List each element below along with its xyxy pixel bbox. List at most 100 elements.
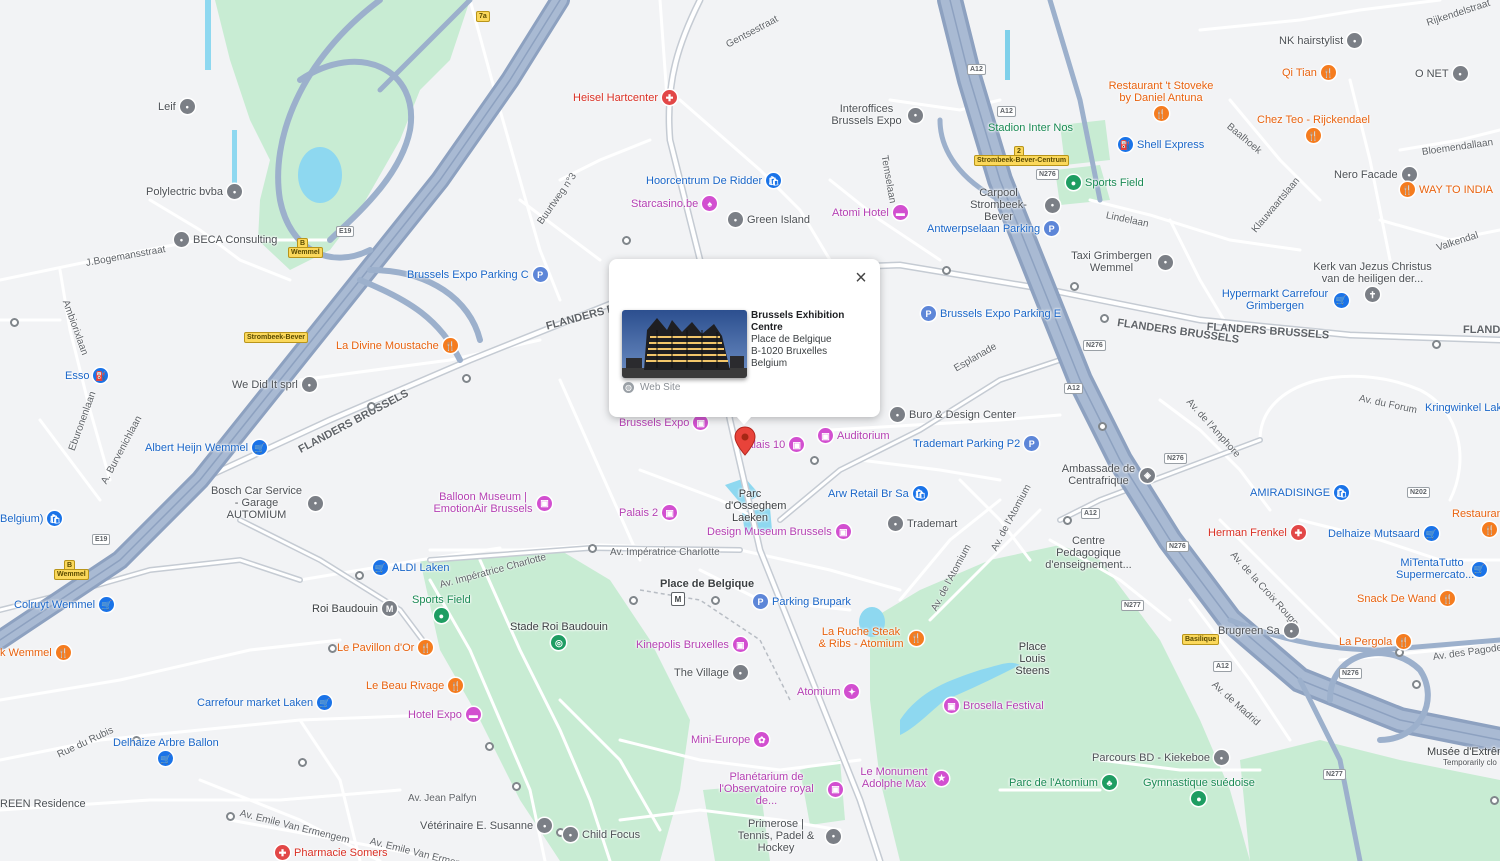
poi-brussels-expo[interactable]: ▣ Brussels Expo bbox=[619, 415, 709, 430]
poi-restaurant-stoveke[interactable]: Restaurant 't Stoveke by Daniel Antuna 🍴 bbox=[1106, 80, 1216, 121]
website-link[interactable]: ◍ Web Site bbox=[623, 382, 680, 393]
transit-stop-icon[interactable] bbox=[10, 318, 19, 327]
poi-brugreen[interactable]: • Brugreen Sa bbox=[1218, 623, 1299, 638]
poi-la-ruche[interactable]: 🍴 La Ruche Steak & Ribs - Atomium bbox=[817, 626, 924, 650]
poi-roi-baudouin[interactable]: M Roi Baudouin bbox=[312, 601, 398, 616]
metro-icon[interactable]: M bbox=[671, 592, 685, 606]
poi-carpool[interactable]: • Carpool Strombeek-Bever bbox=[956, 187, 1060, 223]
poi-bosch-car-service[interactable]: • Bosch Car Service - Garage AUTOMIUM bbox=[209, 485, 323, 521]
poi-brosella-festival[interactable]: ▣ Brosella Festival bbox=[944, 698, 1044, 713]
transit-stop-icon[interactable] bbox=[462, 374, 471, 383]
poi-kringwinkel[interactable]: Kringwinkel Lak bbox=[1425, 402, 1500, 414]
transit-stop-icon[interactable] bbox=[622, 236, 631, 245]
poi-la-pergola[interactable]: 🍴 La Pergola bbox=[1339, 634, 1412, 649]
transit-stop-icon[interactable] bbox=[629, 596, 638, 605]
poi-k-wemmel[interactable]: 🍴 k Wemmel bbox=[0, 645, 71, 660]
transit-stop-icon[interactable] bbox=[1070, 282, 1079, 291]
poi-hypermarkt-carrefour[interactable]: 🛒 Hypermarkt Carrefour Grimbergen bbox=[1220, 288, 1349, 312]
poi-shell-express[interactable]: ⛽ Shell Express bbox=[1118, 137, 1204, 152]
poi-chez-teo[interactable]: Chez Teo - Rijckendael 🍴 bbox=[1257, 114, 1370, 143]
transit-stop-icon[interactable] bbox=[942, 266, 951, 275]
poi-snack-de-wand[interactable]: 🍴 Snack De Wand bbox=[1357, 591, 1456, 606]
poi-the-village[interactable]: • The Village bbox=[674, 665, 748, 680]
poi-way-to-india[interactable]: 🍴 WAY TO INDIA bbox=[1400, 182, 1493, 197]
transit-stop-icon[interactable] bbox=[1490, 796, 1499, 805]
poi-child-focus[interactable]: • Child Focus bbox=[563, 827, 640, 842]
poi-sports-field-1[interactable]: ● Sports Field bbox=[1066, 175, 1144, 190]
poi-centre-pedagogique[interactable]: Centre Pedagogique d'enseignement... bbox=[1041, 535, 1136, 571]
transit-stop-icon[interactable] bbox=[1412, 680, 1421, 689]
transit-stop-icon[interactable] bbox=[328, 644, 337, 653]
poi-le-beau-rivage[interactable]: 🍴 Le Beau Rivage bbox=[366, 678, 464, 693]
poi-starcasino[interactable]: ♠ Starcasino.be bbox=[631, 196, 718, 211]
poi-balloon-museum[interactable]: ▣ Balloon Museum | EmotionAir Brussels bbox=[433, 491, 552, 515]
poi-nero-facade[interactable]: • Nero Facade bbox=[1334, 167, 1417, 182]
poi-trademart[interactable]: • Trademart bbox=[888, 516, 957, 531]
place-photo[interactable] bbox=[622, 310, 747, 378]
poi-ambassade-centrafrique[interactable]: ◈ Ambassade de Centrafrique bbox=[1061, 463, 1155, 487]
poi-colruyt-wemmel[interactable]: 🛒 Colruyt Wemmel bbox=[14, 597, 115, 612]
transit-stop-icon[interactable] bbox=[298, 758, 307, 767]
poi-carrefour-laken[interactable]: 🛒 Carrefour market Laken bbox=[197, 695, 333, 710]
poi-parc-atomium[interactable]: ♣ Parc de l'Atomium bbox=[1009, 775, 1117, 790]
poi-herman-frenkel[interactable]: ✚ Herman Frenkel bbox=[1208, 525, 1306, 540]
transit-stop-icon[interactable] bbox=[367, 402, 376, 411]
poi-auditorium[interactable]: ▣ Auditorium bbox=[818, 428, 890, 443]
transit-stop-icon[interactable] bbox=[355, 571, 364, 580]
poi-nk-hairstylist[interactable]: • NK hairstylist bbox=[1279, 33, 1363, 48]
transit-stop-icon[interactable] bbox=[588, 544, 597, 553]
poi-albert-heijn[interactable]: 🛒 Albert Heijn Wemmel bbox=[145, 440, 268, 455]
poi-delhaize-arbre-ballon[interactable]: Delhaize Arbre Ballon 🛒 bbox=[113, 737, 219, 766]
poi-stadion-inter-nos[interactable]: Stadion Inter Nos bbox=[988, 122, 1073, 134]
poi-hoorcentrum[interactable]: 🛍 Hoorcentrum De Ridder bbox=[646, 173, 782, 188]
place-info-popup[interactable]: × Brussels Exhibition Centre Place de Be… bbox=[609, 259, 880, 425]
transit-stop-icon[interactable] bbox=[1063, 516, 1072, 525]
poi-design-museum[interactable]: ▣ Design Museum Brussels bbox=[707, 524, 851, 539]
transit-stop-icon[interactable] bbox=[1100, 314, 1109, 323]
transit-stop-icon[interactable] bbox=[1098, 422, 1107, 431]
poi-polylectric[interactable]: • Polylectric bvba bbox=[146, 184, 243, 199]
poi-delhaize-mutsaard[interactable]: 🛒 Delhaize Mutsaard bbox=[1328, 526, 1439, 541]
transit-stop-icon[interactable] bbox=[512, 782, 521, 791]
poi-atomi-hotel[interactable]: ▬ Atomi Hotel bbox=[832, 205, 908, 220]
close-icon[interactable]: × bbox=[852, 268, 870, 288]
poi-restaurant-boc[interactable]: Restaurant Boc🍴 bbox=[1452, 508, 1500, 537]
poi-parcours-bd[interactable]: • Parcours BD - Kiekeboe bbox=[1092, 750, 1229, 765]
poi-trademart-parking[interactable]: P Trademart Parking P2 bbox=[913, 436, 1040, 451]
transit-stop-icon[interactable] bbox=[711, 596, 720, 605]
poi-reen-residence[interactable]: REEN Residence bbox=[0, 798, 86, 810]
poi-mitentatutto[interactable]: 🛒 MiTentaTutto Supermercato... bbox=[1396, 557, 1487, 581]
poi-antwerpselaan-parking[interactable]: P Antwerpselaan Parking bbox=[927, 221, 1060, 236]
poi-brussels-expo-parking-e[interactable]: P Brussels Expo Parking E bbox=[921, 306, 1061, 321]
transit-stop-icon[interactable] bbox=[1395, 648, 1404, 657]
poi-pharmacie-somers[interactable]: ✚ Pharmacie Somers bbox=[275, 845, 388, 860]
map-view[interactable]: 7a B Wemmel Strombeek-Bever B Wemmel E19… bbox=[0, 0, 1500, 861]
poi-o-net[interactable]: • O NET bbox=[1415, 66, 1468, 81]
poi-mini-europe[interactable]: ✿ Mini-Europe bbox=[691, 732, 770, 747]
poi-sports-field-2[interactable]: Sports Field ● bbox=[412, 594, 471, 623]
transit-stop-icon[interactable] bbox=[1432, 340, 1441, 349]
poi-amiradisinge[interactable]: 🛍 AMIRADISINGE bbox=[1250, 485, 1350, 500]
poi-atomium[interactable]: ✦ Atomium bbox=[797, 684, 860, 699]
poi-stade-roi-baudouin[interactable]: Stade Roi Baudouin ◎ bbox=[510, 621, 608, 650]
poi-kinepolis[interactable]: ▣ Kinepolis Bruxelles bbox=[636, 637, 748, 652]
transit-stop-icon[interactable] bbox=[810, 456, 819, 465]
poi-we-did-it[interactable]: • We Did It sprl bbox=[232, 377, 317, 392]
poi-monument-adolphe-max[interactable]: ★ Le Monument Adolphe Max bbox=[858, 766, 949, 790]
poi-veterinaire[interactable]: • Vétérinaire E. Susanne bbox=[420, 818, 553, 833]
poi-qi-tian[interactable]: 🍴 Qi Tian bbox=[1282, 65, 1336, 80]
poi-interoffices[interactable]: • Interoffices Brussels Expo bbox=[829, 103, 923, 127]
poi-planetarium[interactable]: ▣ Planétarium de l'Observatoire royal de.… bbox=[709, 771, 843, 807]
poi-taxi-grimbergen[interactable]: • Taxi Grimbergen Wemmel bbox=[1069, 250, 1173, 274]
poi-le-pavillon-dor[interactable]: 🍴 Le Pavillon d'Or bbox=[337, 640, 434, 655]
poi-gymnastique-suedoise[interactable]: Gymnastique suédoise ● bbox=[1143, 777, 1255, 806]
poi-palais-2[interactable]: ▣ Palais 2 bbox=[619, 505, 678, 520]
poi-leif[interactable]: • Leif bbox=[158, 99, 195, 114]
poi-brussels-expo-parking-c[interactable]: P Brussels Expo Parking C bbox=[407, 267, 548, 282]
poi-la-divine-moustache[interactable]: 🍴 La Divine Moustache bbox=[336, 338, 458, 353]
transit-stop-icon[interactable] bbox=[485, 742, 494, 751]
poi-beca-consulting[interactable]: • BECA Consulting bbox=[174, 232, 277, 247]
poi-primerose[interactable]: • Primerose | Tennis, Padel & Hockey bbox=[730, 818, 841, 854]
poi-green-island[interactable]: • Green Island bbox=[728, 212, 810, 227]
poi-arw-retail[interactable]: 🛍 Arw Retail Br Sa bbox=[828, 486, 928, 501]
